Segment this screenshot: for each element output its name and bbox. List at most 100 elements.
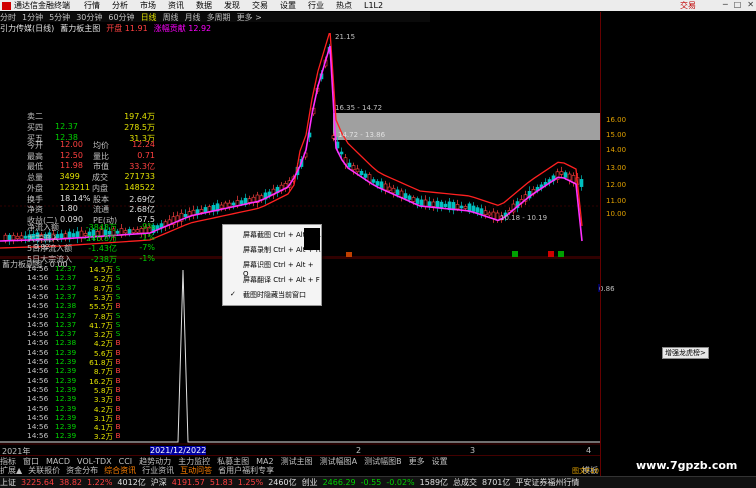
period-5min[interactable]: 5分钟 — [49, 12, 70, 23]
menu-item-market[interactable]: 市场 — [140, 0, 156, 11]
info-tab[interactable]: 资金分布 — [66, 465, 98, 476]
candle — [363, 173, 368, 178]
f10-tag[interactable]: 图文F10 — [572, 466, 599, 476]
stock-indicator-title: 引力传媒(日线) — [0, 24, 55, 33]
minimize-icon[interactable]: ─ — [723, 0, 728, 9]
period-daily[interactable]: 日线 — [141, 12, 157, 23]
index-name[interactable]: 上证 — [0, 477, 16, 488]
maximize-icon[interactable]: □ — [734, 0, 742, 9]
candle — [219, 204, 224, 209]
trade-link[interactable]: 交易 — [680, 0, 696, 11]
menu-item-trade[interactable]: 交易 — [252, 0, 268, 11]
candle — [443, 203, 448, 207]
total-volume: 8701亿 — [482, 478, 511, 487]
candle — [487, 212, 492, 216]
tick-row: 14:56 12.39 5.6万 B — [27, 347, 121, 358]
tick-row: 14:56 12.39 61.8万 B — [27, 357, 121, 367]
candle — [347, 162, 352, 168]
index-value: 2466.29 — [322, 478, 356, 487]
indicator-value-1: 开盘 11.91 — [106, 24, 148, 33]
date-label-m4: 4 — [586, 446, 592, 455]
candle — [239, 200, 244, 205]
candle — [371, 179, 376, 183]
tick-row: 14:56 12.37 5.3万 S — [27, 291, 121, 302]
low-price-label: 10.18 - 10.19 — [500, 214, 547, 222]
expand-button[interactable]: 扩展▲ — [0, 465, 22, 476]
indicator-value-2: 涨幅贡献 12.92 — [153, 24, 212, 33]
box-label-2: 14.72 - 13.86 — [338, 131, 386, 139]
menu-item-l1l2[interactable]: L1L2 — [364, 1, 383, 10]
candle — [11, 235, 16, 241]
menu-item-analysis[interactable]: 分析 — [112, 0, 128, 11]
candle — [391, 187, 396, 194]
candle — [399, 190, 404, 198]
menu-item-quote[interactable]: 行情 — [84, 0, 100, 11]
period-1min[interactable]: 1分钟 — [22, 12, 43, 23]
menu-item-news[interactable]: 资讯 — [168, 0, 184, 11]
menu-item-industry[interactable]: 行业 — [308, 0, 324, 11]
index-name[interactable]: 沪深 — [151, 477, 167, 488]
close-icon[interactable]: ✕ — [747, 0, 754, 9]
candle — [491, 211, 496, 219]
candle — [407, 195, 412, 200]
signal-marker-4 — [558, 251, 564, 257]
candle — [403, 193, 408, 199]
tick-row: 14:56 12.39 5.8万 B — [27, 384, 121, 395]
candle — [19, 235, 24, 240]
high-price-label: 21.15 — [335, 33, 355, 41]
index-name[interactable]: 创业 — [302, 477, 318, 488]
box-label-1: 16.35 - 14.72 — [335, 104, 382, 112]
broker-name: 平安证券福州行情 — [515, 478, 580, 487]
candle — [231, 202, 236, 206]
index-amount: 4012亿 — [117, 478, 146, 487]
tick-row: 14:56 12.39 3.3万 B — [27, 394, 121, 405]
info-tab[interactable]: 省用户福利专享 — [218, 465, 274, 476]
info-tab[interactable]: 综合资讯 — [104, 465, 136, 476]
candle — [439, 201, 444, 209]
candle — [351, 165, 356, 171]
candle — [355, 168, 360, 173]
period-intraday[interactable]: 分时 — [0, 12, 16, 23]
flow-row: 5日净流入额 -1.43亿 -7% — [27, 243, 155, 253]
period-monthly[interactable]: 月线 — [185, 12, 201, 23]
menu-item-settings[interactable]: 设置 — [280, 0, 296, 11]
menu-item-ocr[interactable]: 屏幕识图 Ctrl + Alt + O — [243, 260, 321, 278]
candle — [559, 171, 564, 175]
index-change: 38.82 — [59, 478, 82, 487]
candle — [463, 206, 468, 209]
candle — [471, 205, 476, 212]
candle — [3, 234, 8, 241]
menu-item-hide-window[interactable]: 截图时隐藏当前窗口 — [243, 290, 306, 302]
flow-row: 大宗流入 -246.8万 -1% — [27, 232, 155, 243]
menu-item-hotspot[interactable]: 热点 — [336, 0, 352, 11]
candle — [419, 199, 424, 207]
candle — [191, 209, 196, 216]
quote-panel — [600, 12, 756, 476]
menu-item-discover[interactable]: 发现 — [224, 0, 240, 11]
period-30min[interactable]: 30分钟 — [76, 12, 102, 23]
menu-item-data[interactable]: 数据 — [196, 0, 212, 11]
period-more[interactable]: 更多 > — [237, 12, 262, 23]
date-label-cursor: 2021/12/2022 — [150, 446, 207, 455]
tick-row: 14:56 12.39 3.2万 B — [27, 431, 121, 442]
info-tab[interactable]: 行业资讯 — [142, 465, 174, 476]
info-tab[interactable]: 关联报价 — [28, 465, 60, 476]
order-book-row: 卖二 197.4万 — [27, 112, 155, 121]
candle — [579, 179, 584, 187]
period-60min[interactable]: 60分钟 — [108, 12, 134, 23]
main-indicator-label[interactable]: 蓄力板主图 — [60, 23, 100, 33]
menu-item-translate[interactable]: 屏幕翻译 Ctrl + Alt + F — [243, 275, 320, 287]
signal-marker-3 — [548, 251, 554, 257]
index-amount: 2460亿 — [268, 478, 297, 487]
period-multi[interactable]: 多周期 — [207, 12, 231, 23]
candle — [15, 235, 20, 239]
info-toolbar: 扩展▲ 关联报价 资金分布 综合资讯 行业资讯 互动问答 省用户福利专享 模板 — [0, 465, 600, 475]
tick-row: 14:56 12.38 55.5万 B — [27, 301, 121, 312]
tick-row: 14:56 12.39 16.2万 B — [27, 375, 121, 386]
date-axis: 2021年 2021/12/2022 2 3 4 — [0, 445, 600, 456]
check-icon: ✓ — [230, 290, 236, 298]
period-weekly[interactable]: 周线 — [163, 12, 179, 23]
watermark: www.7gpzb.com — [636, 459, 738, 472]
candle — [415, 198, 420, 205]
info-tab[interactable]: 互动问答 — [180, 465, 212, 476]
